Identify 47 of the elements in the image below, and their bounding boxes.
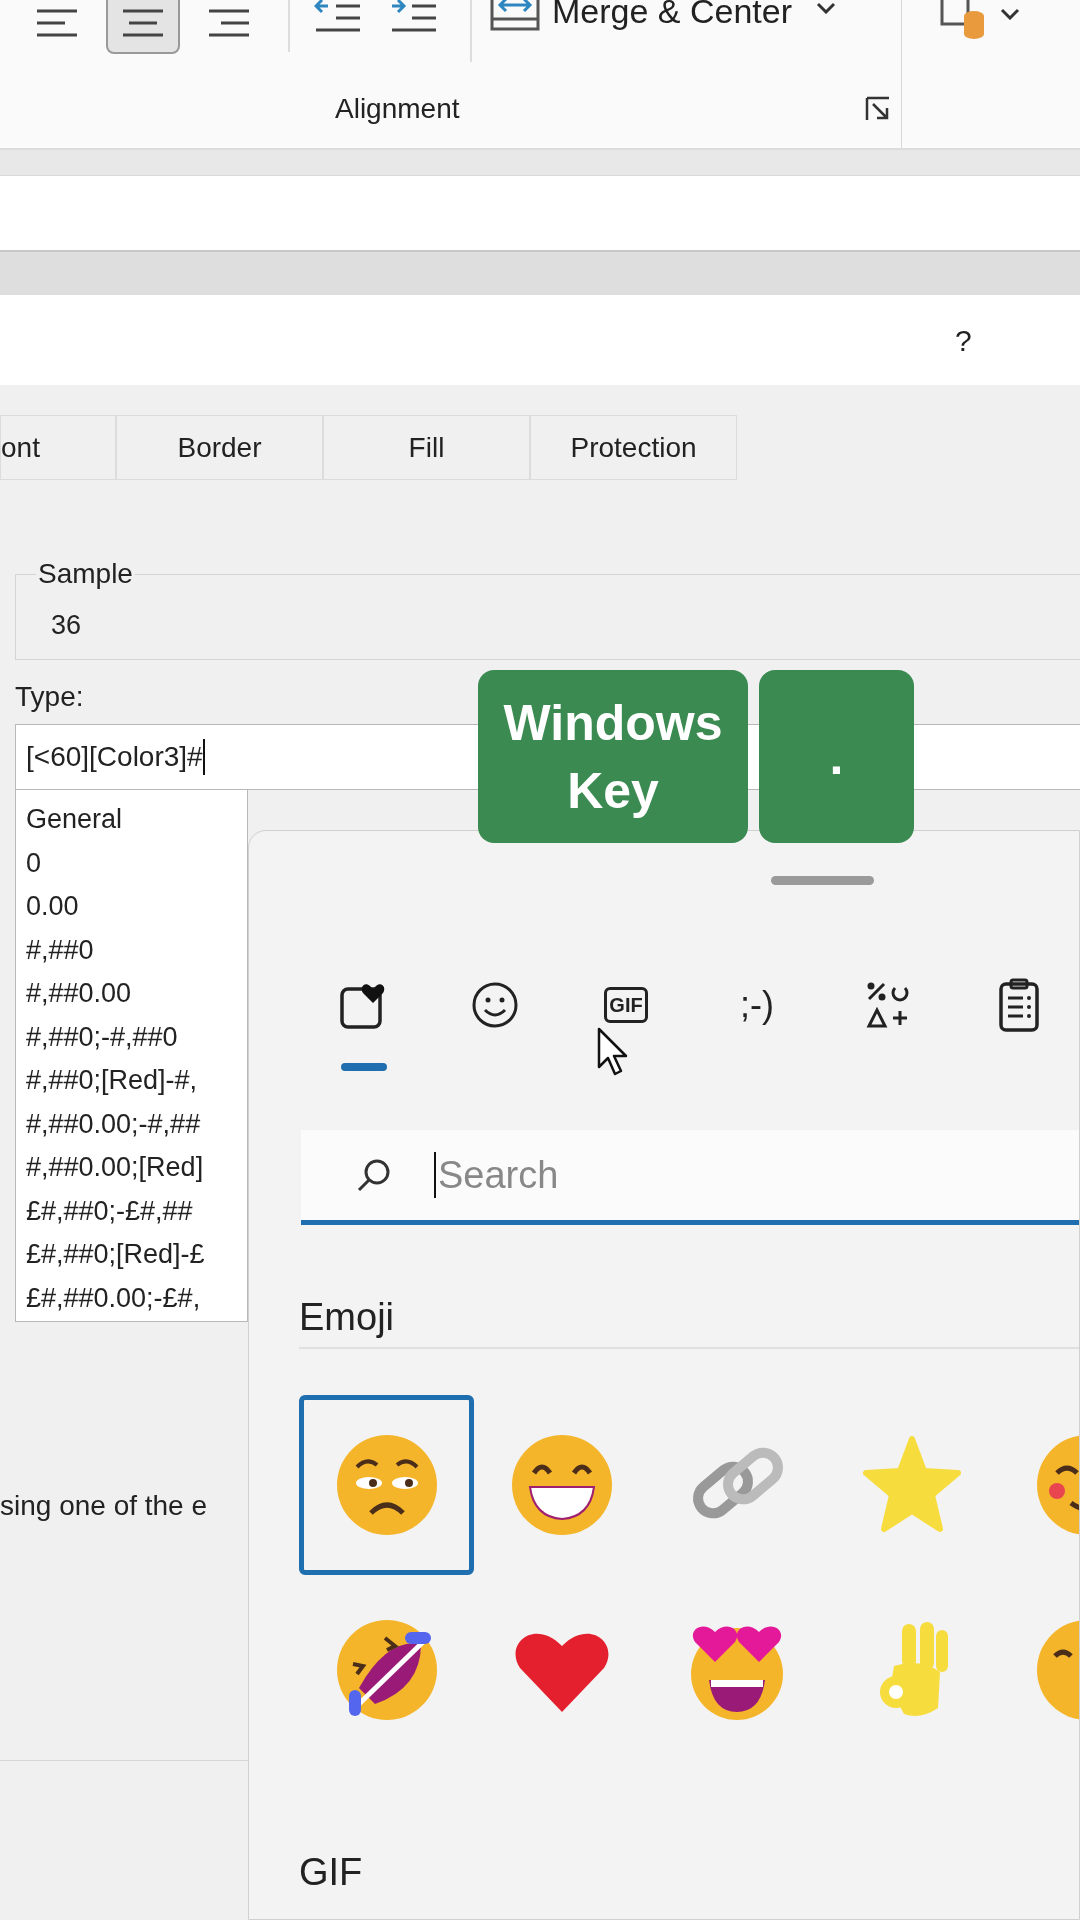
format-item[interactable]: General xyxy=(26,798,247,842)
grinning-face-icon xyxy=(509,1433,614,1537)
kaomoji-icon: ;-) xyxy=(740,983,774,1027)
format-item[interactable]: #,##0.00;[Red] xyxy=(26,1146,247,1190)
format-item[interactable]: #,##0.00;-#,## xyxy=(26,1102,247,1146)
cursor-icon xyxy=(597,1027,629,1077)
laughing-face-icon xyxy=(334,1618,439,1722)
dialog-launcher-icon[interactable] xyxy=(865,96,891,122)
merge-cells-icon xyxy=(490,0,540,31)
database-format-icon[interactable] xyxy=(940,0,986,40)
selection-indicator xyxy=(341,1063,387,1071)
section-heading: GIF xyxy=(299,1850,364,1894)
help-button[interactable]: ? xyxy=(955,317,972,363)
key-badge: . xyxy=(759,670,914,843)
format-item[interactable]: 0.00 xyxy=(26,885,247,929)
align-button[interactable] xyxy=(106,0,180,54)
clipboard-icon xyxy=(999,978,1039,1032)
format-item[interactable]: #,##0;[Red]-#, xyxy=(26,1059,247,1103)
format-item[interactable]: 0 xyxy=(26,841,247,885)
dialog-tab[interactable]: Fill xyxy=(323,415,530,480)
format-item[interactable]: £#,##0;[Red]-£ xyxy=(26,1233,247,1277)
search-icon xyxy=(356,1157,392,1193)
sample-value: 36 xyxy=(50,609,83,642)
format-item[interactable]: £#,##0;-£#,## xyxy=(26,1189,247,1233)
key-badge: Windows Key xyxy=(478,670,748,843)
hint-text: sing one of the e xyxy=(0,1489,208,1523)
type-label: Type: xyxy=(15,680,85,714)
weary-face-icon xyxy=(334,1433,439,1537)
dialog-tab[interactable]: Protection xyxy=(530,415,737,480)
merge-center-button[interactable]: Merge & Center xyxy=(490,0,792,34)
format-item[interactable]: £#,##0.00;-£#, xyxy=(26,1276,247,1320)
dialog-tab[interactable]: ont xyxy=(0,415,116,480)
format-item[interactable]: #,##0.00 xyxy=(26,972,247,1016)
gif-icon: GIF xyxy=(604,987,648,1023)
format-item[interactable]: #,##0 xyxy=(26,928,247,972)
dialog-tab[interactable]: Border xyxy=(116,415,323,480)
format-item[interactable]: #,##0;-#,##0 xyxy=(26,1015,247,1059)
group-label: Alignment xyxy=(335,92,460,126)
chevron-down-icon[interactable] xyxy=(1000,8,1020,20)
section-heading: Emoji xyxy=(299,1295,396,1339)
category-tab[interactable]: ;-) xyxy=(727,975,787,1085)
emoji-item[interactable] xyxy=(299,1395,474,1575)
drag-handle[interactable] xyxy=(771,876,874,885)
sample-label: Sample xyxy=(37,557,134,591)
chevron-down-icon[interactable] xyxy=(816,2,836,14)
smiley-icon xyxy=(470,980,520,1030)
symbols-icon xyxy=(865,980,911,1030)
